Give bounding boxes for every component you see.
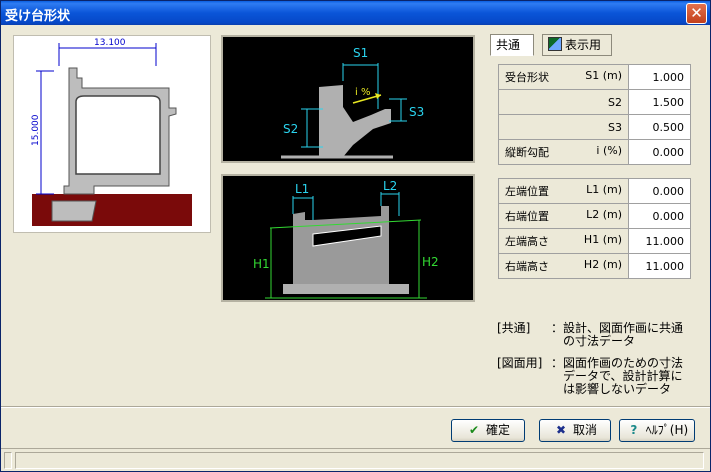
l1-label: L1: [295, 182, 309, 196]
table-row: 受台形状 S1 (m) 1.000: [498, 64, 691, 90]
s1-label: S1: [353, 46, 368, 60]
row-label: 受台形状: [505, 71, 549, 84]
tab-display[interactable]: 表示用: [542, 34, 612, 56]
close-button[interactable]: ✕: [686, 3, 707, 24]
drawing-icon: [548, 37, 562, 51]
row-label: 左端高さ: [505, 235, 549, 248]
s2-value-cell[interactable]: 1.500: [628, 89, 691, 115]
table-row: 縦断勾配 i (%) 0.000: [498, 139, 691, 165]
l2-value-cell[interactable]: 0.000: [628, 203, 691, 229]
abutment-opening: [75, 95, 161, 175]
title-bar: 受け台形状 ✕: [1, 1, 710, 25]
tab-display-label: 表示用: [565, 38, 602, 52]
note-line: の寸法データ: [551, 334, 636, 348]
footing: [51, 200, 97, 222]
table-row: 左端位置 L1 (m) 0.000: [498, 178, 691, 204]
check-icon: ✔: [468, 423, 480, 437]
s2-label: S2: [283, 122, 298, 136]
table-row: S3 0.500: [498, 114, 691, 140]
tab-common[interactable]: 共通: [490, 34, 534, 56]
slope-label: i %: [355, 87, 370, 98]
note-line: は影響しないデータ: [551, 382, 672, 396]
bearing-shape-diagram: S1 S2 S3 i %: [221, 35, 475, 163]
l1-value-cell[interactable]: 0.000: [628, 178, 691, 204]
s1-value-cell[interactable]: 1.000: [628, 64, 691, 90]
row-symbol: S2: [608, 95, 622, 109]
base-plate: [283, 284, 409, 294]
table-row: S2 1.500: [498, 89, 691, 115]
row-label: 縦断勾配: [505, 146, 549, 159]
row-symbol: L1 (m): [586, 183, 622, 196]
row-label: 右端位置: [505, 210, 549, 223]
table-row: 左端高さ H1 (m) 11.000: [498, 228, 691, 254]
h1-value-cell[interactable]: 11.000: [628, 228, 691, 254]
help-button-label: ﾍﾙﾌﾟ(H): [645, 423, 689, 437]
cancel-button-label: 取消: [572, 423, 597, 437]
position-input-table: 左端位置 L1 (m) 0.000 右端位置 L2 (m) 0.000 左端高さ H1…: [498, 178, 691, 279]
s3-label: S3: [409, 105, 424, 119]
help-button[interactable]: ? ﾍﾙﾌﾟ(H): [619, 419, 695, 442]
row-symbol: i (%): [596, 144, 622, 157]
tab-common-label: 共通: [496, 38, 521, 52]
divider: [1, 406, 710, 408]
row-symbol: H2 (m): [583, 258, 622, 271]
s3-value-cell[interactable]: 0.500: [628, 114, 691, 140]
bearing-position-diagram: H1 H2 L1 L2: [221, 174, 475, 302]
shape-input-table: 受台形状 S1 (m) 1.000 S2 1.500 S3 0.500 縦断勾配 i…: [498, 64, 691, 165]
l2-label: L2: [383, 179, 397, 193]
note-drawing: [図面用] ：図面作画のための寸法 データで、設計計算に は影響しないデータ: [497, 357, 707, 401]
side-view-diagram: 13.100 15.000: [13, 35, 211, 233]
note-key: [共通]: [497, 321, 531, 335]
row-symbol: S1 (m): [585, 69, 622, 82]
note-common: [共通] ：設計、図面作画に共通 の寸法データ: [497, 322, 707, 352]
bearing-block: [293, 206, 389, 284]
h1-label: H1: [253, 257, 270, 271]
cancel-button[interactable]: ✖ 取消: [539, 419, 611, 442]
table-row: 右端位置 L2 (m) 0.000: [498, 203, 691, 229]
row-symbol: L2 (m): [586, 208, 622, 221]
x-icon: ✖: [555, 423, 567, 437]
row-symbol: H1 (m): [583, 233, 622, 246]
width-dimension-label: 13.100: [94, 38, 126, 48]
table-row: 右端高さ H2 (m) 11.000: [498, 253, 691, 279]
ok-button[interactable]: ✔ 確定: [451, 419, 525, 442]
ok-button-label: 確定: [485, 423, 510, 437]
row-symbol: S3: [608, 120, 622, 134]
note-key: [図面用]: [497, 356, 543, 370]
row-label: 右端高さ: [505, 260, 549, 273]
question-icon: ?: [630, 423, 638, 437]
height-dimension-label: 15.000: [31, 114, 41, 146]
h2-value-cell[interactable]: 11.000: [628, 253, 691, 279]
slope-value-cell[interactable]: 0.000: [628, 139, 691, 165]
dialog-window: 受け台形状 ✕ 13.100 15.000 S1 S2 S3 i % H1 H2…: [0, 0, 711, 472]
row-label: 左端位置: [505, 185, 549, 198]
h2-label: H2: [422, 255, 439, 269]
window-title: 受け台形状: [5, 9, 71, 24]
status-bar: [1, 448, 710, 471]
